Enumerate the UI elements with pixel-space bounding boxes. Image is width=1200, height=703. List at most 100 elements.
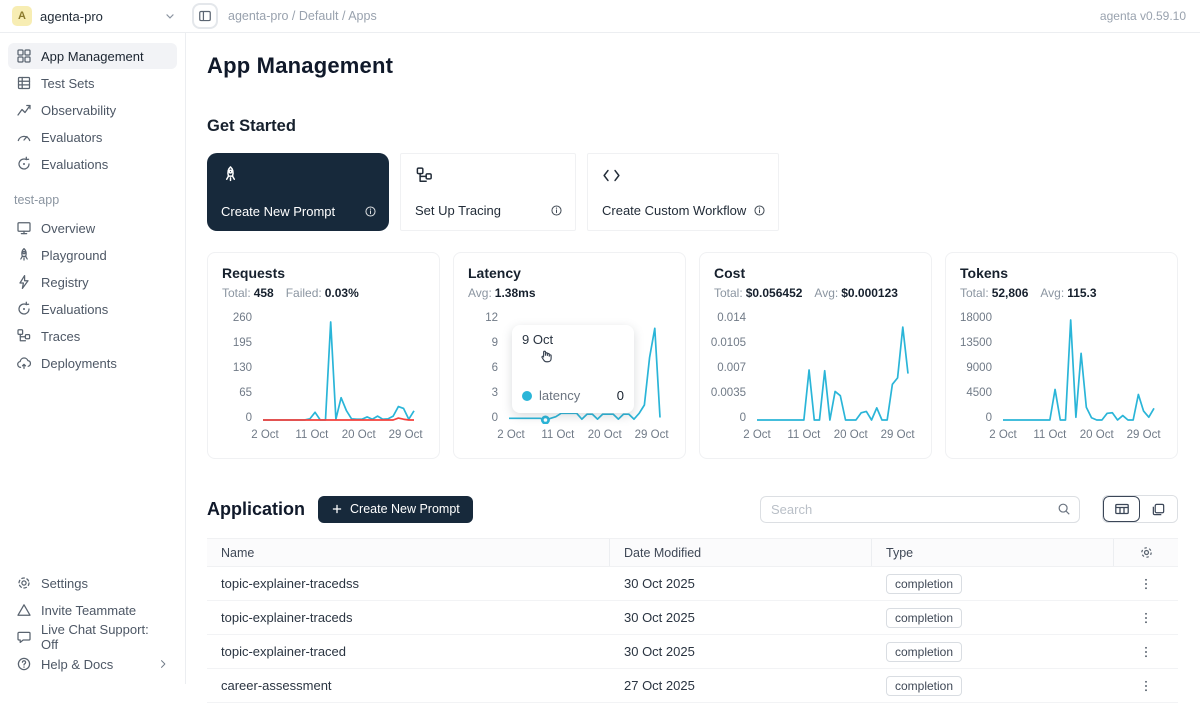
info-icon[interactable] xyxy=(364,205,377,218)
sidebar-item-registry[interactable]: Registry xyxy=(8,269,177,295)
sidebar: App Management Test Sets Observability E… xyxy=(0,33,186,684)
chart-plot[interactable] xyxy=(754,312,919,424)
sidebar-item-traces[interactable]: Traces xyxy=(8,323,177,349)
sidebar-section-label: test-app xyxy=(14,193,177,207)
sidebar-item-overview[interactable]: Overview xyxy=(8,215,177,241)
column-header-date-modified[interactable]: Date Modified xyxy=(610,539,872,566)
table-header: Name Date Modified Type xyxy=(207,538,1178,567)
sidebar-item-live-chat-support-off[interactable]: Live Chat Support: Off xyxy=(8,624,177,650)
info-icon[interactable] xyxy=(753,204,766,217)
app-name: topic-explainer-traced xyxy=(207,644,610,659)
sidebar-item-invite-teammate[interactable]: Invite Teammate xyxy=(8,597,177,623)
chart-card-requests: Requests Total:458Failed:0.03% 260195130… xyxy=(207,252,440,459)
sidebar-item-help-docs[interactable]: Help & Docs xyxy=(8,651,177,677)
applications-table: Name Date Modified Type topic-explainer-… xyxy=(207,538,1178,703)
table-view-icon xyxy=(1114,501,1130,517)
chart-plot[interactable] xyxy=(260,312,425,424)
sidebar-item-evaluations[interactable]: Evaluations xyxy=(8,296,177,322)
type-badge: completion xyxy=(886,676,962,696)
grid-icon xyxy=(16,48,32,64)
workspace-name: agenta-pro xyxy=(40,9,156,24)
chevron-right-icon xyxy=(157,658,169,670)
search-box xyxy=(760,496,1080,523)
application-header: Application Create New Prompt xyxy=(207,495,1178,523)
x-axis-labels: 2 Oct11 Oct20 Oct29 Oct xyxy=(1000,429,1163,445)
breadcrumb[interactable]: agenta-pro / Default / Apps xyxy=(228,9,1100,23)
workspace-avatar: A xyxy=(12,6,32,26)
gear-icon xyxy=(1139,545,1154,560)
chart-stats: Total:$0.056452Avg:$0.000123 xyxy=(714,286,917,300)
chart-stats: Avg:1.38ms xyxy=(468,286,671,300)
column-header-type[interactable]: Type xyxy=(872,539,1114,566)
get-started-heading: Get Started xyxy=(207,117,1178,136)
chart-tooltip: 9 Oct latency 0 xyxy=(512,325,634,413)
app-date-modified: 30 Oct 2025 xyxy=(610,644,872,659)
type-badge: completion xyxy=(886,574,962,594)
chart-stats: Total:52,806Avg:115.3 xyxy=(960,286,1163,300)
chart-stats: Total:458Failed:0.03% xyxy=(222,286,425,300)
sidebar-item-test-sets[interactable]: Test Sets xyxy=(8,70,177,96)
table-row-topic-explainer-tracedss[interactable]: topic-explainer-tracedss 30 Oct 2025 com… xyxy=(207,567,1178,601)
app-date-modified: 30 Oct 2025 xyxy=(610,576,872,591)
app-name: topic-explainer-tracedss xyxy=(207,576,610,591)
sidebar-item-observability[interactable]: Observability xyxy=(8,97,177,123)
info-icon[interactable] xyxy=(550,204,563,217)
chart-plot[interactable] xyxy=(1000,312,1165,424)
chevron-down-icon xyxy=(164,10,176,22)
sidebar-item-deployments[interactable]: Deployments xyxy=(8,350,177,376)
triangle-icon xyxy=(16,602,32,618)
column-header-name[interactable]: Name xyxy=(207,539,610,566)
search-input[interactable] xyxy=(771,502,1051,517)
rocket-icon xyxy=(16,247,32,263)
row-menu-button[interactable] xyxy=(1133,609,1159,627)
sidebar-item-evaluators[interactable]: Evaluators xyxy=(8,124,177,150)
evaluations-icon xyxy=(16,301,32,317)
hand-pointer-icon xyxy=(538,349,553,364)
tooltip-row: latency 0 xyxy=(522,388,624,403)
app-version: agenta v0.59.10 xyxy=(1100,9,1200,23)
table-row-career-assessment[interactable]: career-assessment 27 Oct 2025 completion xyxy=(207,669,1178,703)
get-started-card-create-custom-workflow[interactable]: Create Custom Workflow xyxy=(587,153,779,231)
search-icon[interactable] xyxy=(1057,502,1071,516)
evaluations-icon xyxy=(16,156,32,172)
app-date-modified: 27 Oct 2025 xyxy=(610,678,872,693)
card-view-icon xyxy=(1151,502,1166,517)
y-axis-labels: 0.0140.01050.0070.00350 xyxy=(714,312,754,424)
help-icon xyxy=(16,656,32,672)
tooltip-date: 9 Oct xyxy=(522,332,624,347)
sidebar-item-settings[interactable]: Settings xyxy=(8,570,177,596)
get-started-card-set-up-tracing[interactable]: Set Up Tracing xyxy=(400,153,576,231)
row-menu-button[interactable] xyxy=(1133,643,1159,661)
table-settings[interactable] xyxy=(1114,539,1178,566)
table-row-topic-explainer-traced[interactable]: topic-explainer-traced 30 Oct 2025 compl… xyxy=(207,635,1178,669)
chart-card-tokens: Tokens Total:52,806Avg:115.3 18000135009… xyxy=(945,252,1178,459)
table-row-topic-explainer-traceds[interactable]: topic-explainer-traceds 30 Oct 2025 comp… xyxy=(207,601,1178,635)
chart-title: Cost xyxy=(714,265,917,281)
test-sets-icon xyxy=(16,75,32,91)
rocket-icon xyxy=(221,165,375,185)
x-axis-labels: 2 Oct11 Oct20 Oct29 Oct xyxy=(754,429,917,445)
workspace-switcher[interactable]: A agenta-pro xyxy=(0,6,186,26)
row-menu-button[interactable] xyxy=(1133,677,1159,695)
sidebar-item-evaluations[interactable]: Evaluations xyxy=(8,151,177,177)
table-view-button[interactable] xyxy=(1103,496,1140,522)
chart-title: Requests xyxy=(222,265,425,281)
row-menu-button[interactable] xyxy=(1133,575,1159,593)
get-started-card-create-new-prompt[interactable]: Create New Prompt xyxy=(207,153,389,231)
app-date-modified: 30 Oct 2025 xyxy=(610,610,872,625)
create-new-prompt-button[interactable]: Create New Prompt xyxy=(318,496,473,523)
plus-icon xyxy=(331,503,343,515)
x-axis-labels: 2 Oct11 Oct20 Oct29 Oct xyxy=(508,429,671,445)
sidebar-item-app-management[interactable]: App Management xyxy=(8,43,177,69)
sidebar-collapse-button[interactable] xyxy=(192,3,218,29)
type-badge: completion xyxy=(886,608,962,628)
card-view-button[interactable] xyxy=(1140,496,1177,522)
gear-icon xyxy=(16,575,32,591)
topbar: A agenta-pro agenta-pro / Default / Apps… xyxy=(0,0,1200,33)
y-axis-labels: 129630 xyxy=(468,312,506,424)
main-content: App Management Get Started Create New Pr… xyxy=(187,33,1200,684)
sidebar-item-playground[interactable]: Playground xyxy=(8,242,177,268)
monitor-icon xyxy=(16,220,32,236)
tree-icon xyxy=(415,166,561,186)
chart-card-cost: Cost Total:$0.056452Avg:$0.000123 0.0140… xyxy=(699,252,932,459)
